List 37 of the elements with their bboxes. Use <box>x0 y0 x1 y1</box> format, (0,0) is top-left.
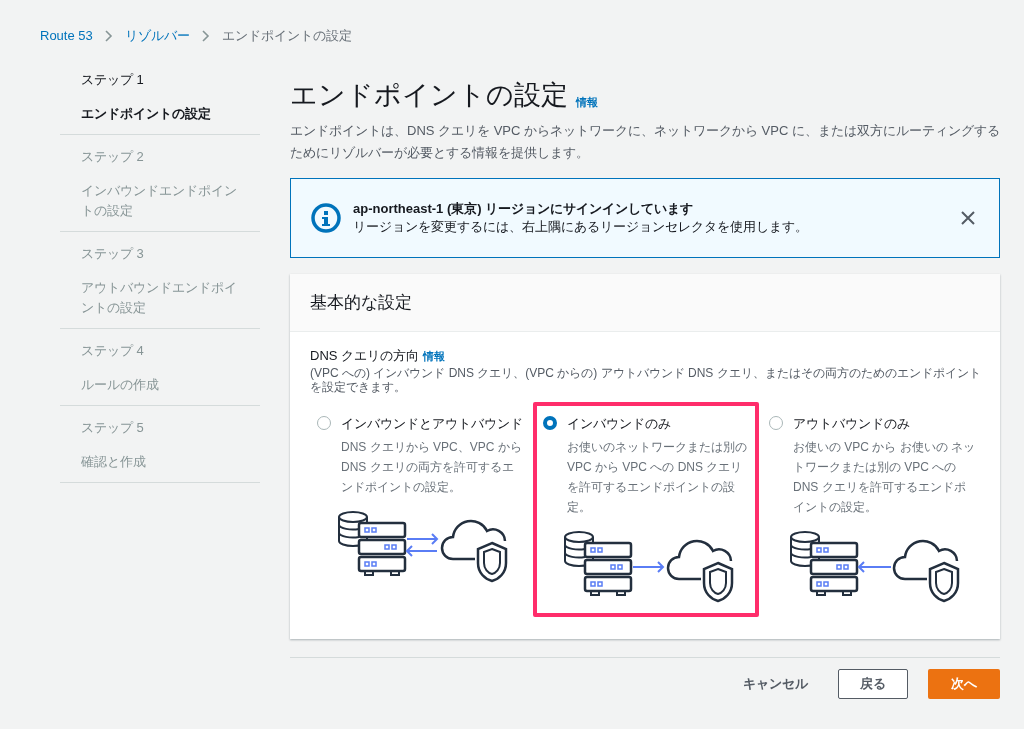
page-description: エンドポイントは、DNS クエリを VPC からネットワークに、ネットワークから VPC に、または双方にルーティングするためにリゾルバーが必要とする情報を提供します。 <box>290 122 1000 162</box>
option-label[interactable]: アウトバウンドのみ <box>793 413 910 433</box>
back-button[interactable]: 戻る <box>838 668 908 699</box>
step-number: ステップ 3 <box>81 245 145 263</box>
step-number: ステップ 1 <box>81 71 145 89</box>
next-button[interactable]: 次へ <box>928 668 1000 699</box>
breadcrumb-current: エンドポイントの設定 <box>221 26 352 45</box>
chevron-right-icon <box>104 29 113 42</box>
alert-message: リージョンを変更するには、右上隅にあるリージョンセレクタを使用します。 <box>353 218 809 236</box>
cancel-button[interactable]: キャンセル <box>733 668 818 700</box>
option-label[interactable]: インバウンドとアウトバウンド <box>341 413 523 433</box>
close-icon <box>961 211 975 225</box>
option-description: お使いのネットワークまたは別の VPC から VPC への DNS クエリを許可するエンドポイントの設定。 <box>566 439 748 516</box>
step-title[interactable]: ルールの作成 <box>81 375 246 395</box>
field-label: DNS クエリの方向 <box>310 347 420 365</box>
radio-button[interactable] <box>543 416 557 431</box>
info-link[interactable]: 情報 <box>576 93 598 110</box>
option-description: DNS クエリから VPC、VPC から DNS クエリの両方を許可するエンドポイントの設定。 <box>340 439 523 496</box>
info-icon <box>311 203 341 233</box>
page-title: エンドポイントの設定 <box>290 79 568 112</box>
option-description: お使いの VPC から お使いの ネットワークまたは別の VPC への DNS クエリを許可するエンドポイントの設定。 <box>792 439 975 516</box>
step-number: ステップ 2 <box>81 148 145 166</box>
step-number: ステップ 4 <box>81 342 145 360</box>
info-link[interactable]: 情報 <box>423 347 446 364</box>
alert-title: ap-northeast-1 (東京) リージョンにサインインしています <box>353 200 695 218</box>
highlighted-option[interactable]: インバウンドのみ お使いのネットワークまたは別の VPC から VPC への DNS クエリを許可するエンドポイントの設定。 <box>533 401 759 617</box>
step-title[interactable]: インバウンドエンドポイントの設定 <box>81 181 246 221</box>
step-title[interactable]: アウトバウンドエンドポイントの設定 <box>81 278 246 318</box>
step-title[interactable]: エンドポイントの設定 <box>81 104 246 124</box>
chevron-right-icon <box>201 29 210 42</box>
breadcrumb-link[interactable]: Route 53 <box>40 25 93 46</box>
step-title[interactable]: 確認と作成 <box>81 452 246 472</box>
step-number: ステップ 5 <box>81 419 145 437</box>
breadcrumb-link[interactable]: リゾルバー <box>124 25 190 46</box>
option-label[interactable]: インバウンドのみ <box>567 413 671 433</box>
field-description: (VPC への) インバウンド DNS クエリ、(VPC からの) アウトバウンド DNS クエリ、またはその両方のためのエンドポイントを設定できます。 <box>310 365 982 394</box>
panel-title: 基本的な設定 <box>310 291 412 314</box>
